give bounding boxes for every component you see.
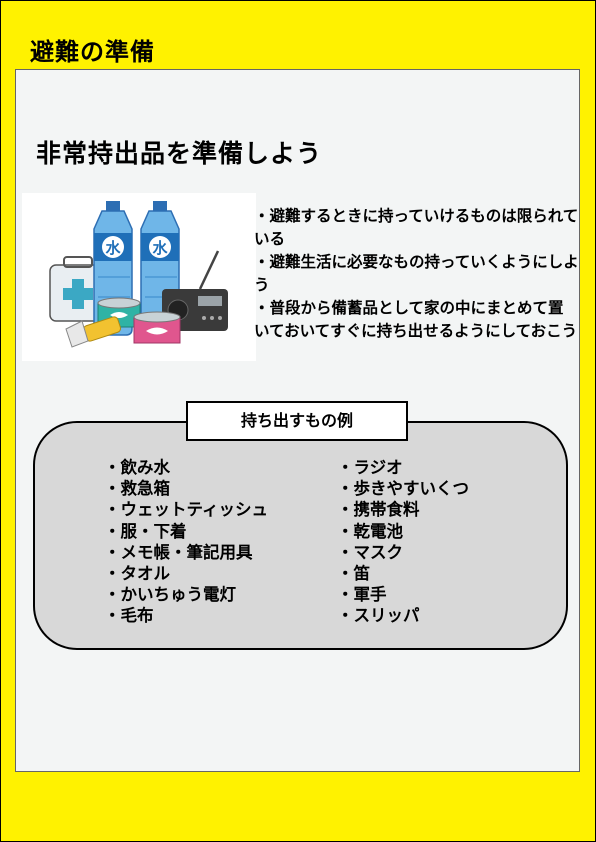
- svg-text:水: 水: [105, 239, 121, 257]
- list-item: ・ラジオ: [337, 458, 403, 477]
- list-item: ・軍手: [337, 585, 387, 605]
- examples-label: 持ち出すもの例: [186, 401, 408, 441]
- bullet-list: ・避難するときに持っていけるものは限られている ・避難生活に必要なもの持っていく…: [254, 205, 579, 343]
- svg-text:水: 水: [152, 239, 168, 257]
- list-item: ・ウェットティッシュ: [104, 500, 269, 520]
- bullet-item: ・普段から備蓄品として家の中にまとめて置いておいてすぐに持ち出せるようにしておこ…: [254, 299, 578, 340]
- list-item: ・服・下着: [104, 521, 187, 541]
- examples-right-column: ・ラジオ ・歩きやすいくつ ・携帯食料 ・乾電池 ・マスク ・笛 ・軍手 ・スリ…: [337, 457, 469, 627]
- list-item: ・かいちゅう電灯: [104, 585, 236, 605]
- list-item: ・飲み水: [104, 458, 170, 477]
- section-heading: 非常持出品を準備しよう: [36, 139, 323, 168]
- list-item: ・歩きやすいくつ: [337, 479, 469, 499]
- emergency-supplies-icon: 水 水: [49, 201, 228, 348]
- emergency-supplies-illustration: 水 水: [22, 193, 256, 361]
- examples-left-column: ・飲み水 ・救急箱 ・ウェットティッシュ ・服・下着 ・メモ帳・筆記用具 ・タオ…: [104, 457, 268, 627]
- bullet-item: ・避難生活に必要なもの持っていくようにしよう: [254, 253, 579, 294]
- list-item: ・笛: [337, 564, 370, 584]
- list-item: ・タオル: [104, 564, 170, 584]
- list-item: ・毛布: [104, 606, 154, 626]
- list-item: ・乾電池: [337, 521, 403, 541]
- bullet-item: ・避難するときに持っていけるものは限られている: [254, 207, 579, 248]
- list-item: ・救急箱: [104, 479, 170, 499]
- document-title: 避難の準備: [30, 38, 155, 66]
- list-item: ・マスク: [337, 542, 403, 562]
- list-item: ・メモ帳・筆記用具: [104, 542, 253, 562]
- list-item: ・携帯食料: [337, 500, 420, 520]
- list-item: ・スリッパ: [337, 606, 420, 626]
